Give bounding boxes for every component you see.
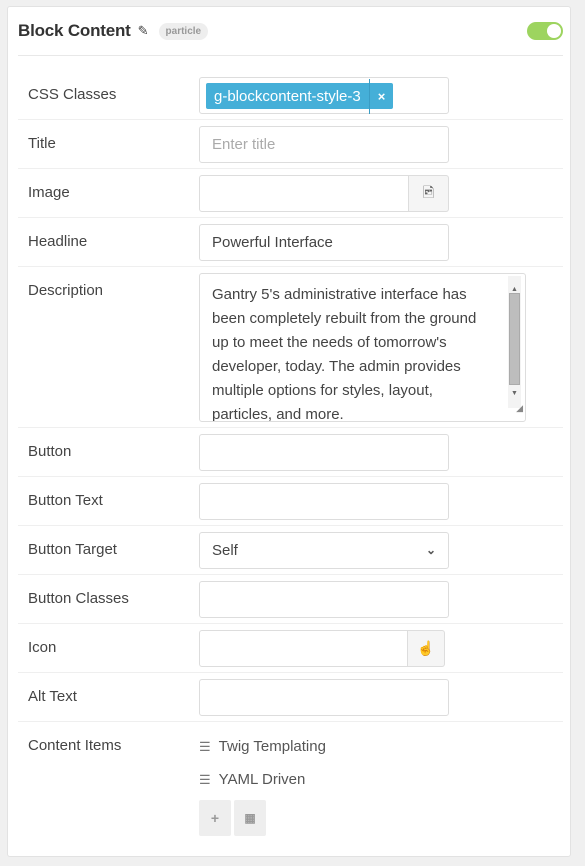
particle-card: Block Content ✎ particle CSS Classes g-b… xyxy=(7,6,571,857)
headline-label: Headline xyxy=(28,233,88,250)
icon-input[interactable] xyxy=(199,630,408,667)
description-textarea[interactable]: Gantry 5's administrative interface has … xyxy=(199,273,526,422)
row-icon: Icon ☝ xyxy=(18,624,563,673)
content-items-label: Content Items xyxy=(28,737,122,754)
card-header: Block Content ✎ particle xyxy=(18,7,563,56)
row-button-text: Button Text xyxy=(18,477,563,526)
image-input[interactable] xyxy=(199,175,409,212)
particle-title: Block Content xyxy=(18,21,131,40)
drag-handle-icon[interactable]: ☰ xyxy=(199,739,211,755)
button-text-label: Button Text xyxy=(28,492,103,509)
css-classes-label: CSS Classes xyxy=(28,86,117,103)
row-button: Button xyxy=(18,428,563,477)
title-label: Title xyxy=(28,135,56,152)
row-button-target: Button Target Self ⌄ xyxy=(18,526,563,575)
row-button-classes: Button Classes xyxy=(18,575,563,624)
alt-text-label: Alt Text xyxy=(28,688,77,705)
item-label: Twig Templating xyxy=(218,738,326,755)
headline-input[interactable]: Powerful Interface xyxy=(199,224,449,261)
row-description: Description Gantry 5's administrative in… xyxy=(18,267,563,428)
alt-text-input[interactable] xyxy=(199,679,449,716)
drag-handle-icon[interactable]: ☰ xyxy=(199,772,211,788)
select-value: Self xyxy=(212,542,238,559)
css-classes-input[interactable]: g-blockcontent-style-3 × xyxy=(199,77,449,114)
row-image: Image 🖻 xyxy=(18,169,563,218)
list-item[interactable]: ☰ YAML Driven xyxy=(199,771,305,788)
resize-grip-icon[interactable]: ◢ xyxy=(516,396,523,420)
description-text: Gantry 5's administrative interface has … xyxy=(212,286,477,422)
chevron-down-icon: ⌄ xyxy=(425,543,436,557)
button-target-label: Button Target xyxy=(28,541,117,558)
row-alt-text: Alt Text xyxy=(18,673,563,722)
image-file-icon[interactable]: 🖻 xyxy=(409,175,449,212)
particle-badge: particle xyxy=(158,22,209,40)
button-text-input[interactable] xyxy=(199,483,449,520)
pencil-icon[interactable]: ✎ xyxy=(138,23,149,39)
button-input[interactable] xyxy=(199,434,449,471)
item-label: YAML Driven xyxy=(218,771,306,788)
hand-pointer-icon[interactable]: ☝ xyxy=(408,630,445,667)
grid-view-button[interactable]: ▦ xyxy=(234,800,266,836)
description-label: Description xyxy=(28,282,104,299)
add-item-button[interactable]: + xyxy=(199,800,231,836)
remove-tag-icon[interactable]: × xyxy=(368,78,394,114)
title-input[interactable]: Enter title xyxy=(199,126,449,163)
row-css-classes: CSS Classes g-blockcontent-style-3 × xyxy=(18,71,563,120)
button-target-select[interactable]: Self ⌄ xyxy=(199,532,449,569)
list-item[interactable]: ☰ Twig Templating xyxy=(199,738,326,755)
css-class-tag: g-blockcontent-style-3 × xyxy=(206,78,394,114)
button-label: Button xyxy=(28,443,72,460)
scrollbar[interactable]: ▲ ▼ xyxy=(508,276,521,408)
tag-label: g-blockcontent-style-3 xyxy=(214,87,361,105)
button-classes-label: Button Classes xyxy=(28,590,129,607)
enabled-toggle[interactable] xyxy=(527,22,563,40)
row-headline: Headline Powerful Interface xyxy=(18,218,563,267)
icon-label: Icon xyxy=(28,639,57,656)
image-label: Image xyxy=(28,184,70,201)
button-classes-input[interactable] xyxy=(199,581,449,618)
row-title: Title Enter title xyxy=(18,120,563,169)
row-content-items: Content Items ☰ Twig Templating ☰ YAML Dri… xyxy=(18,722,563,852)
